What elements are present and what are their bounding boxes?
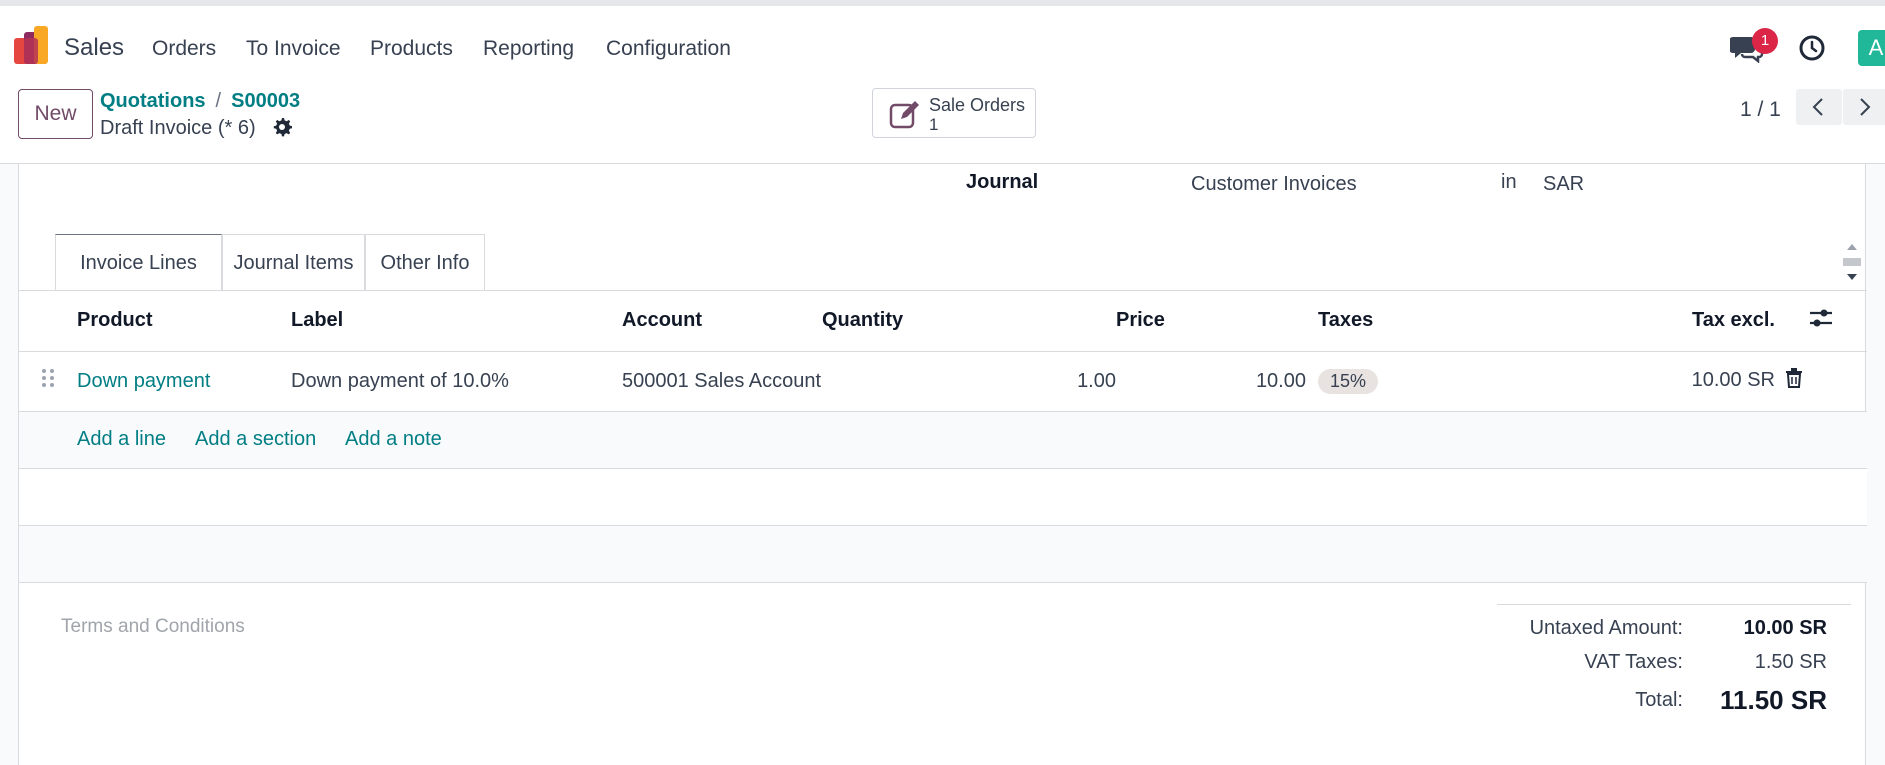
menu-products[interactable]: Products — [370, 37, 453, 61]
pager-next-button[interactable] — [1843, 89, 1885, 125]
untaxed-amount-value: 10.00 SR — [1743, 617, 1827, 639]
record-title: Draft Invoice (* 6) — [100, 117, 256, 139]
menu-orders[interactable]: Orders — [152, 37, 216, 61]
optional-columns-cell — [1775, 291, 1867, 352]
column-header-product[interactable]: Product — [77, 291, 291, 352]
tax-excl-header-label[interactable]: Tax excl. — [1692, 309, 1775, 332]
line-product[interactable]: Down payment — [77, 370, 210, 392]
journal-label: Journal — [966, 171, 1039, 193]
top-navbar: Sales Orders To Invoice Products Reporti… — [0, 0, 1885, 84]
sales-app-logo-icon[interactable] — [14, 24, 52, 64]
empty-row — [19, 469, 1867, 526]
menu-to-invoice[interactable]: To Invoice — [246, 37, 341, 61]
empty-row — [19, 526, 1867, 583]
column-spacer — [1306, 291, 1318, 352]
pager-previous-button[interactable] — [1796, 89, 1842, 125]
pager-value[interactable]: 1 / 1 — [1740, 98, 1781, 122]
invoice-form-sheet: Journal Customer Invoices in SAR Invoice… — [18, 164, 1867, 765]
smart-button-label: Sale Orders — [929, 95, 1026, 115]
breadcrumb-quotations[interactable]: Quotations — [100, 90, 206, 112]
vat-taxes-label: VAT Taxes: — [1584, 651, 1683, 673]
chat-notification-badge: 1 — [1752, 28, 1778, 54]
optional-columns-icon[interactable] — [1808, 307, 1834, 329]
line-tax-excl: 10.00 SR — [1691, 368, 1775, 391]
user-avatar[interactable]: A — [1858, 30, 1885, 66]
add-note-link[interactable]: Add a note — [345, 428, 442, 451]
chevron-right-icon — [1860, 98, 1871, 116]
invoice-lines-table: Product Label Account Quantity Price Tax… — [19, 291, 1867, 412]
menu-configuration[interactable]: Configuration — [606, 37, 731, 61]
tab-invoice-lines[interactable]: Invoice Lines — [55, 234, 222, 291]
add-line-row: Add a line Add a section Add a note — [19, 412, 1867, 469]
new-button[interactable]: New — [18, 89, 93, 139]
tab-journal-items[interactable]: Journal Items — [222, 234, 365, 291]
line-spacer — [1306, 351, 1318, 412]
chevron-left-icon — [1812, 98, 1823, 116]
line-taxes-cell[interactable]: 15% 10.00 SR — [1318, 351, 1775, 412]
tab-other-info[interactable]: Other Info — [365, 234, 485, 291]
line-price[interactable]: 10.00 — [1116, 351, 1306, 412]
journal-in-label: in — [1501, 171, 1517, 193]
clock-icon[interactable] — [1798, 34, 1826, 62]
breadcrumb-order[interactable]: S00003 — [231, 90, 300, 112]
table-row[interactable]: Down payment Down payment of 10.0% 50000… — [19, 351, 1867, 412]
add-line-link[interactable]: Add a line — [77, 428, 166, 451]
delete-cell — [1775, 351, 1867, 412]
edit-icon — [889, 101, 919, 129]
sale-orders-smart-button[interactable]: Sale Orders 1 — [872, 88, 1036, 138]
column-header-account[interactable]: Account — [622, 291, 822, 352]
totals-summary: Untaxed Amount: 10.00 SR VAT Taxes: 1.50… — [1497, 604, 1851, 715]
app-name[interactable]: Sales — [64, 34, 124, 62]
column-header-taxes[interactable]: Taxes Tax excl. — [1318, 291, 1775, 352]
column-header-price[interactable]: Price — [1116, 291, 1306, 352]
column-header-quantity[interactable]: Quantity — [822, 291, 1116, 352]
menu-reporting[interactable]: Reporting — [483, 37, 574, 61]
journal-field[interactable]: Customer Invoices — [1191, 173, 1357, 196]
smart-button-count: 1 — [929, 115, 939, 134]
mini-scrollbar[interactable] — [1841, 234, 1863, 290]
column-header-label[interactable]: Label — [291, 291, 622, 352]
line-account[interactable]: 500001 Sales Account — [622, 351, 822, 412]
handle-column-header — [19, 291, 77, 352]
vat-taxes-value: 1.50 SR — [1754, 651, 1827, 673]
terms-and-conditions-field[interactable]: Terms and Conditions — [61, 616, 245, 638]
drag-handle-icon[interactable] — [38, 367, 58, 389]
trash-icon[interactable] — [1785, 368, 1803, 388]
total-label: Total: — [1635, 689, 1683, 711]
untaxed-amount-label: Untaxed Amount: — [1529, 617, 1683, 639]
add-section-link[interactable]: Add a section — [195, 428, 316, 451]
table-header-row: Product Label Account Quantity Price Tax… — [19, 291, 1867, 352]
gear-icon[interactable] — [272, 117, 292, 137]
total-value: 11.50 SR — [1720, 685, 1827, 715]
breadcrumb-separator: / — [215, 90, 222, 112]
breadcrumb: Quotations / S00003 — [100, 90, 300, 113]
tax-badge[interactable]: 15% — [1318, 368, 1379, 394]
control-panel: New Quotations / S00003 Draft Invoice (* 6… — [0, 84, 1885, 164]
currency-field[interactable]: SAR — [1543, 173, 1584, 196]
line-label[interactable]: Down payment of 10.0% — [291, 351, 622, 412]
line-quantity[interactable]: 1.00 — [822, 351, 1116, 412]
drag-handle-cell[interactable] — [19, 351, 77, 412]
taxes-header-label: Taxes — [1318, 309, 1374, 332]
